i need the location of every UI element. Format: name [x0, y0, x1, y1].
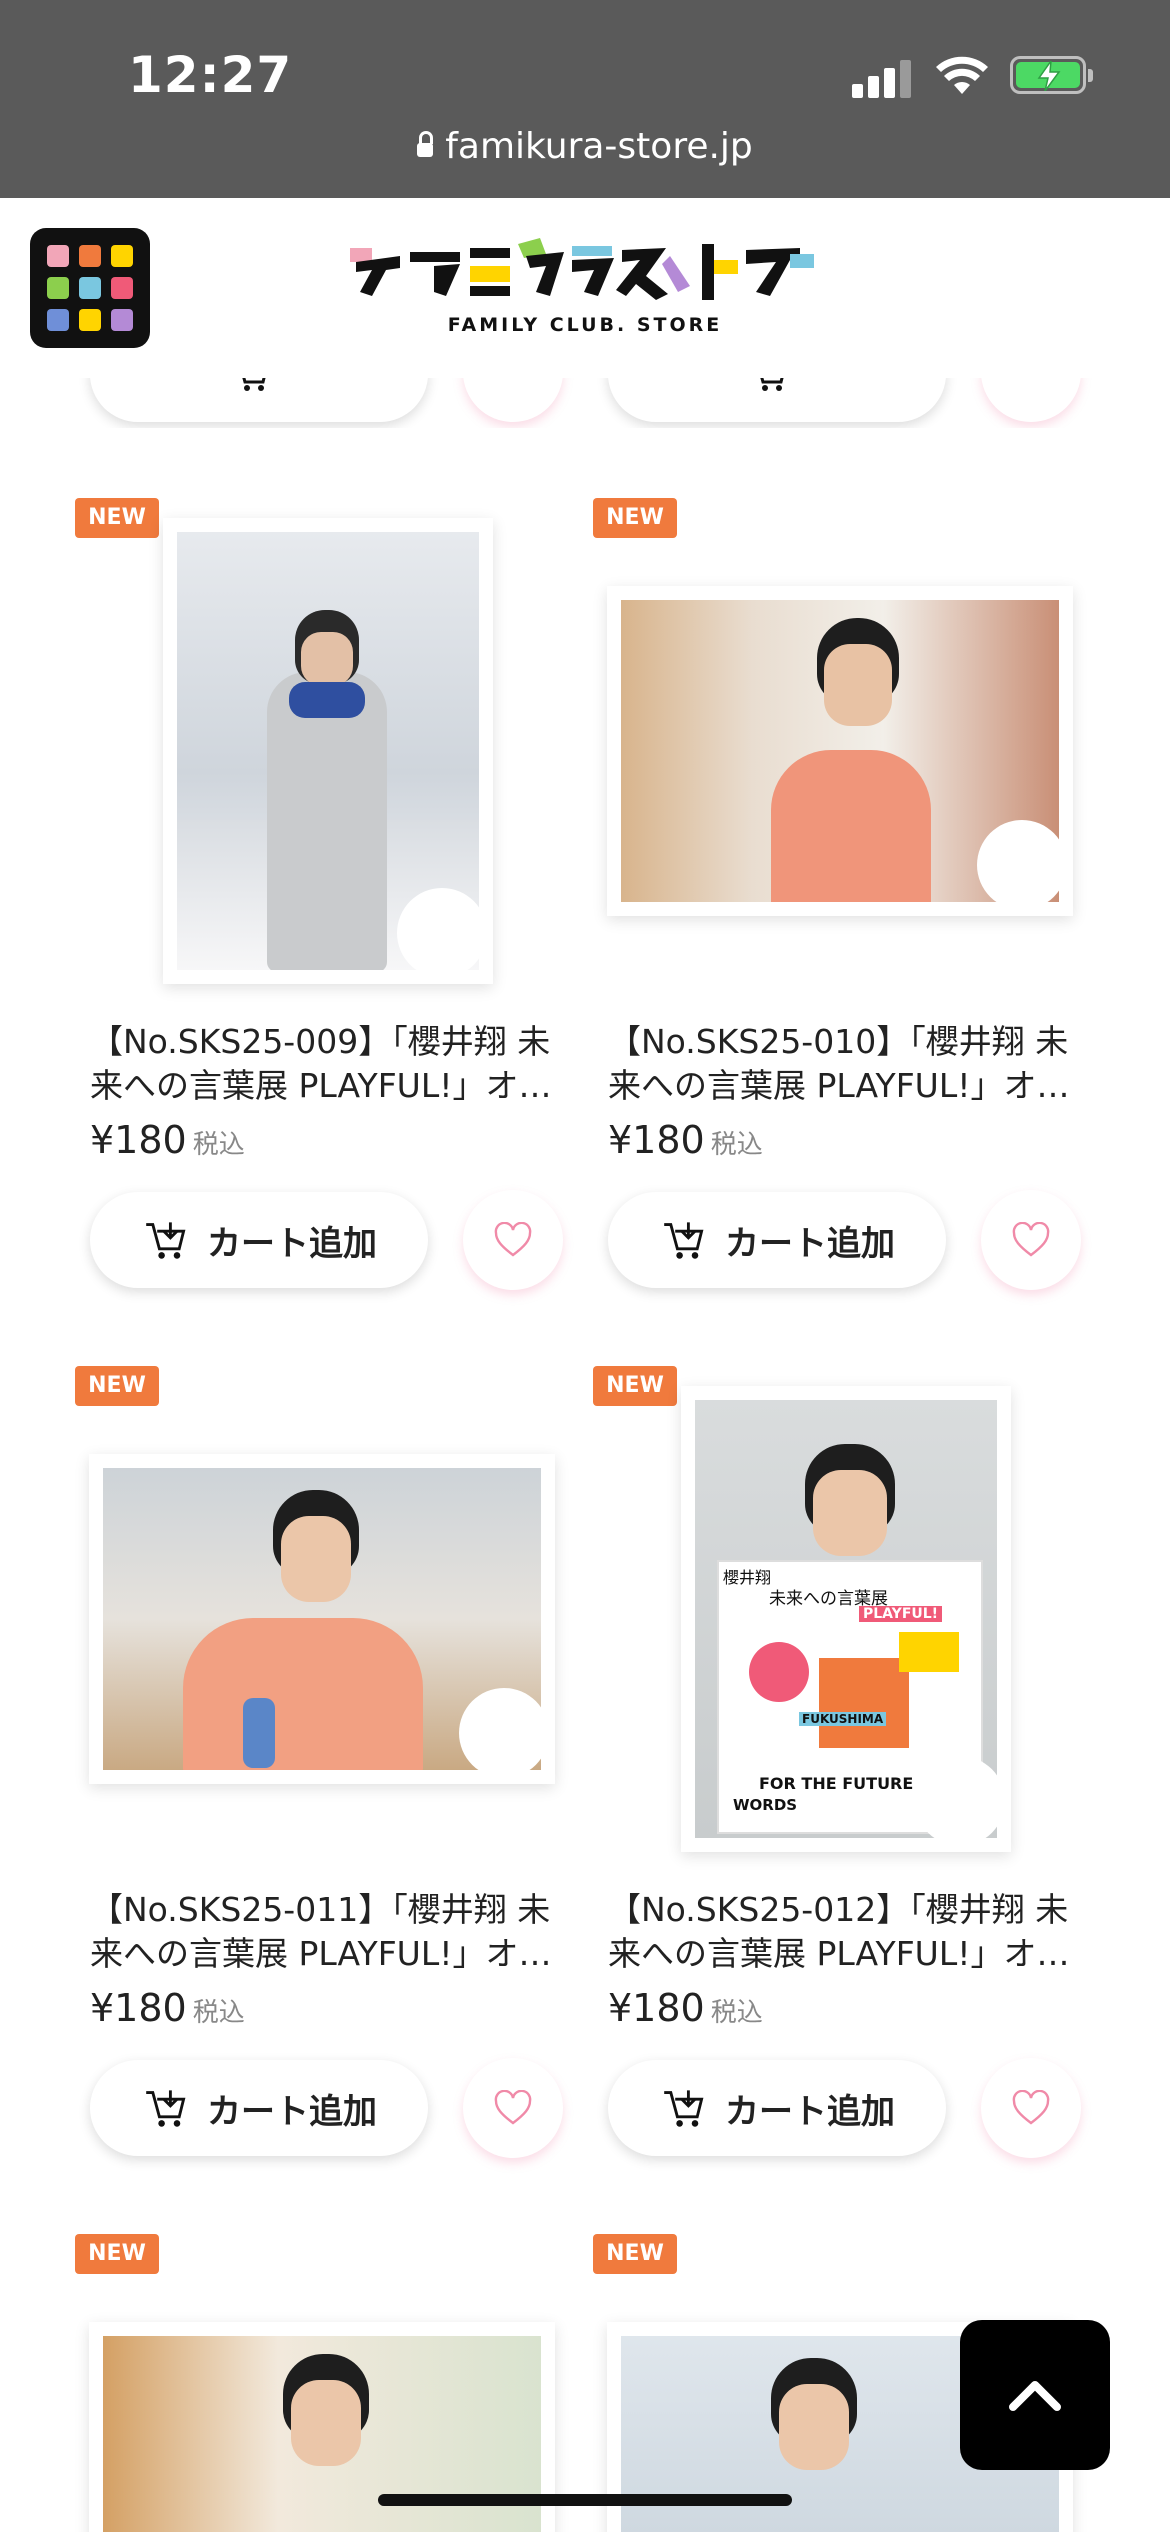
product-price: ¥180 税込: [90, 1986, 245, 2030]
watermark-badge: [977, 820, 1067, 910]
product-price: ¥180 税込: [608, 1118, 763, 1162]
url-text: famikura-store.jp: [445, 126, 753, 167]
poster-fukushima: FUKUSHIMA: [799, 1712, 887, 1726]
cart-icon: [146, 1222, 186, 1259]
logo-subtitle: FAMILY CLUB. STORE: [447, 314, 723, 336]
add-to-cart-button[interactable]: [608, 378, 946, 422]
cart-icon: [664, 2090, 704, 2127]
watermark-badge: [915, 1756, 1005, 1846]
new-badge: NEW: [75, 498, 159, 538]
signal-icon: [852, 58, 912, 98]
scroll-to-top-button[interactable]: [960, 2320, 1110, 2470]
new-badge: NEW: [593, 1366, 677, 1406]
product-price: ¥180 税込: [90, 1118, 245, 1162]
new-badge: NEW: [75, 1366, 159, 1406]
new-badge: NEW: [75, 2234, 159, 2274]
product-title[interactable]: 【No.SKS25-009】「櫻井翔 未 来への言葉展 PLAYFUL!」オ…: [90, 1020, 590, 1108]
favorite-button[interactable]: [981, 2058, 1081, 2158]
product-card[interactable]: NEW 【No.SKS25-010】「櫻井翔 未 来への言葉展 PLAYFUL!…: [593, 498, 1113, 1298]
new-badge: NEW: [593, 2234, 677, 2274]
product-card[interactable]: NEW 【No.SKS25-009】「櫻井翔 未 来への言葉展 PLAYFUL!…: [75, 498, 595, 1298]
url-bar[interactable]: famikura-store.jp: [0, 126, 1170, 167]
poster-name: 櫻井翔: [723, 1568, 772, 1587]
favorite-button[interactable]: [463, 2058, 563, 2158]
favorite-button[interactable]: [463, 1190, 563, 1290]
add-to-cart-button[interactable]: カート追加: [608, 1192, 946, 1288]
add-to-cart-button[interactable]: カート追加: [90, 2060, 428, 2156]
product-photo[interactable]: [607, 586, 1073, 916]
status-bar: 12:27 famikura-store.jp: [0, 0, 1170, 198]
wifi-icon: [936, 56, 988, 94]
previous-row-partial: [75, 378, 1125, 428]
cart-icon: [242, 378, 266, 391]
battery-icon: [1010, 56, 1093, 94]
product-price: ¥180 税込: [608, 1986, 763, 2030]
product-card[interactable]: NEW: [75, 2234, 595, 2532]
poster-future: FOR THE FUTURE: [759, 1774, 914, 1793]
product-title[interactable]: 【No.SKS25-012】「櫻井翔 未 来への言葉展 PLAYFUL!」オ…: [608, 1888, 1108, 1976]
poster-words: WORDS: [733, 1796, 798, 1814]
poster-playful: PLAYFUL!: [859, 1606, 943, 1622]
heart-icon: [494, 2090, 532, 2125]
favorite-button[interactable]: [981, 1190, 1081, 1290]
watermark-badge: [397, 888, 487, 978]
favorite-button[interactable]: [463, 378, 563, 422]
product-card[interactable]: NEW 【No.SKS25-011】「櫻井翔 未 来への言葉展 PLAYFUL!…: [75, 1366, 595, 2166]
product-title[interactable]: 【No.SKS25-010】「櫻井翔 未 来への言葉展 PLAYFUL!」オ…: [608, 1020, 1108, 1108]
add-to-cart-button[interactable]: [90, 378, 428, 422]
product-photo[interactable]: [89, 1454, 555, 1784]
lock-icon: [417, 131, 434, 157]
status-time: 12:27: [128, 46, 293, 104]
chevron-up-icon: [1009, 2381, 1061, 2411]
heart-icon: [1012, 2090, 1050, 2125]
product-photo[interactable]: 櫻井翔 未来への言葉展 PLAYFUL! FUKUSHIMA FOR THE F…: [681, 1386, 1011, 1852]
heart-icon: [494, 1222, 532, 1257]
add-to-cart-button[interactable]: カート追加: [608, 2060, 946, 2156]
product-card[interactable]: NEW 櫻井翔 未来への言葉展 PLAYFUL! FUKUSHIMA FOR T…: [593, 1366, 1113, 2166]
logo-mark: [350, 238, 814, 300]
cart-icon: [664, 1222, 704, 1259]
add-to-cart-button[interactable]: カート追加: [90, 1192, 428, 1288]
product-title[interactable]: 【No.SKS25-011】「櫻井翔 未 来への言葉展 PLAYFUL!」オ…: [90, 1888, 590, 1976]
watermark-badge: [459, 1688, 549, 1778]
product-photo[interactable]: [163, 518, 493, 984]
cart-icon: [146, 2090, 186, 2127]
site-header: FAMILY CLUB. STORE: [0, 198, 1170, 378]
new-badge: NEW: [593, 498, 677, 538]
home-indicator[interactable]: [378, 2494, 792, 2506]
favorite-button[interactable]: [981, 378, 1081, 422]
cart-icon: [760, 378, 784, 391]
heart-icon: [1012, 1222, 1050, 1257]
